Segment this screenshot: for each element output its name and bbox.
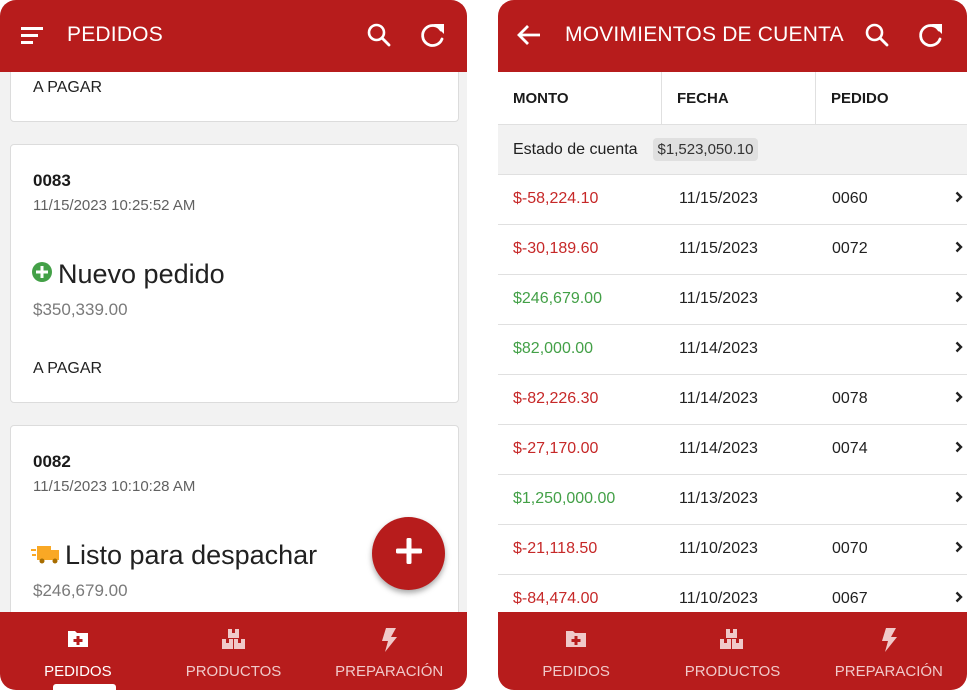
orders-icon (565, 628, 587, 653)
account-balance-chip: $1,523,050.10 (652, 138, 759, 161)
movement-date: 11/10/2023 (679, 590, 758, 607)
payment-status: A PAGAR (33, 79, 103, 96)
chevron-right-icon (955, 440, 963, 458)
movement-amount: $82,000.00 (513, 340, 594, 357)
movement-date: 11/15/2023 (679, 290, 758, 307)
movement-row[interactable]: $-82,226.30 11/14/2023 0078 (498, 375, 967, 425)
movement-order: 0067 (832, 590, 868, 607)
add-order-button[interactable] (372, 517, 445, 590)
nav-item-pedidos[interactable]: PEDIDOS (0, 612, 156, 690)
active-indicator (53, 684, 116, 690)
movement-order: 0072 (832, 240, 868, 257)
plus-icon (394, 536, 424, 571)
order-datetime: 11/15/2023 10:25:52 AM (33, 197, 196, 214)
payment-status: A PAGAR (33, 360, 103, 377)
order-number: 0083 (33, 171, 71, 190)
menu-icon[interactable] (18, 20, 48, 50)
movement-row[interactable]: $-27,170.00 11/14/2023 0074 (498, 425, 967, 475)
order-status-label: Nuevo pedido (58, 259, 225, 289)
chevron-right-icon (955, 190, 963, 208)
refresh-icon[interactable] (418, 20, 448, 50)
movement-date: 11/15/2023 (679, 240, 758, 257)
order-status: Nuevo pedido (31, 259, 225, 290)
order-card[interactable]: A PAGAR (10, 72, 459, 122)
nav-item-pedidos[interactable]: PEDIDOS (498, 612, 654, 690)
movement-amount: $-21,118.50 (513, 540, 598, 557)
movement-row[interactable]: $-21,118.50 11/10/2023 0070 (498, 525, 967, 575)
app-bar: PEDIDOS (0, 0, 467, 72)
movement-order: 0070 (832, 540, 868, 557)
column-header-monto[interactable]: MONTO (498, 72, 569, 125)
nav-label: PREPARACIÓN (335, 663, 444, 680)
movement-amount: $-27,170.00 (513, 440, 599, 457)
movement-order: 0078 (832, 390, 868, 407)
chevron-right-icon (955, 240, 963, 258)
chevron-right-icon (955, 290, 963, 308)
movement-date: 11/15/2023 (679, 190, 758, 207)
movement-date: 11/14/2023 (679, 440, 758, 457)
account-label: Estado de cuenta (513, 140, 638, 158)
order-datetime: 11/15/2023 10:10:28 AM (33, 478, 196, 495)
movement-order: 0074 (832, 440, 868, 457)
nav-label: PEDIDOS (44, 663, 112, 680)
order-card[interactable]: 0083 11/15/2023 10:25:52 AM Nuevo pedido… (10, 144, 459, 403)
app-bar: MOVIMIENTOS DE CUENTA (498, 0, 967, 72)
movement-row[interactable]: $1,250,000.00 11/13/2023 (498, 475, 967, 525)
nav-label: PRODUCTOS (684, 663, 781, 680)
nav-item-productos[interactable]: PRODUCTOS (654, 612, 810, 690)
movement-date: 11/10/2023 (679, 540, 758, 557)
bottom-navigation: PEDIDOS PRODUCTOS PREPARACIÓN (0, 612, 467, 690)
boxes-icon (720, 628, 744, 655)
movement-amount: $-82,226.30 (513, 390, 599, 407)
order-status-label: Listo para despachar (65, 540, 318, 570)
movement-order: 0060 (832, 190, 868, 207)
nav-label: PREPARACIÓN (834, 663, 943, 680)
search-icon[interactable] (862, 20, 892, 50)
page-title: MOVIMIENTOS DE CUENTA (565, 23, 844, 46)
order-amount: $350,339.00 (33, 300, 128, 319)
chevron-right-icon (955, 340, 963, 358)
back-arrow-icon[interactable] (514, 20, 544, 50)
movement-row[interactable]: $-30,189.60 11/15/2023 0072 (498, 225, 967, 275)
plus-circle-icon (31, 259, 53, 290)
chevron-right-icon (955, 590, 963, 608)
movement-date: 11/13/2023 (679, 490, 758, 507)
boxes-icon (221, 628, 246, 655)
movement-date: 11/14/2023 (679, 390, 758, 407)
order-amount: $246,679.00 (33, 581, 128, 600)
table-header: MONTO FECHA PEDIDO (498, 72, 967, 125)
orders-icon (67, 628, 89, 653)
page-title: PEDIDOS (67, 23, 163, 46)
order-number: 0082 (33, 452, 71, 471)
movement-date: 11/14/2023 (679, 340, 758, 357)
bottom-navigation: PEDIDOS PRODUCTOS PREPARACIÓN (498, 612, 967, 690)
account-movements-screen: MOVIMIENTOS DE CUENTA MONTO FECHA PEDIDO… (498, 0, 967, 690)
chevron-right-icon (955, 490, 963, 508)
movement-amount: $1,250,000.00 (513, 490, 616, 507)
column-header-fecha[interactable]: FECHA (662, 72, 729, 125)
order-status: Listo para despachar (31, 540, 317, 571)
truck-icon (31, 540, 61, 571)
chevron-right-icon (955, 540, 963, 558)
nav-item-preparacion[interactable]: PREPARACIÓN (811, 612, 967, 690)
movement-amount: $-30,189.60 (513, 240, 599, 257)
nav-label: PEDIDOS (542, 663, 610, 680)
account-balance-row: Estado de cuenta $1,523,050.10 (498, 125, 967, 175)
movement-amount: $-84,474.00 (513, 590, 599, 607)
column-header-pedido[interactable]: PEDIDO (816, 72, 889, 125)
nav-item-productos[interactable]: PRODUCTOS (156, 612, 312, 690)
bolt-icon (880, 628, 898, 657)
movement-row[interactable]: $-58,224.10 11/15/2023 0060 (498, 175, 967, 225)
search-icon[interactable] (364, 20, 394, 50)
nav-label: PRODUCTOS (185, 663, 282, 680)
orders-screen: PEDIDOS A PAGAR 0083 11/15/2023 10:25:52… (0, 0, 467, 690)
movement-row[interactable]: $246,679.00 11/15/2023 (498, 275, 967, 325)
bolt-icon (380, 628, 398, 657)
chevron-right-icon (955, 390, 963, 408)
movement-amount: $-58,224.10 (513, 190, 599, 207)
movement-amount: $246,679.00 (513, 290, 602, 307)
movement-row[interactable]: $82,000.00 11/14/2023 (498, 325, 967, 375)
refresh-icon[interactable] (916, 20, 946, 50)
nav-item-preparacion[interactable]: PREPARACIÓN (311, 612, 467, 690)
